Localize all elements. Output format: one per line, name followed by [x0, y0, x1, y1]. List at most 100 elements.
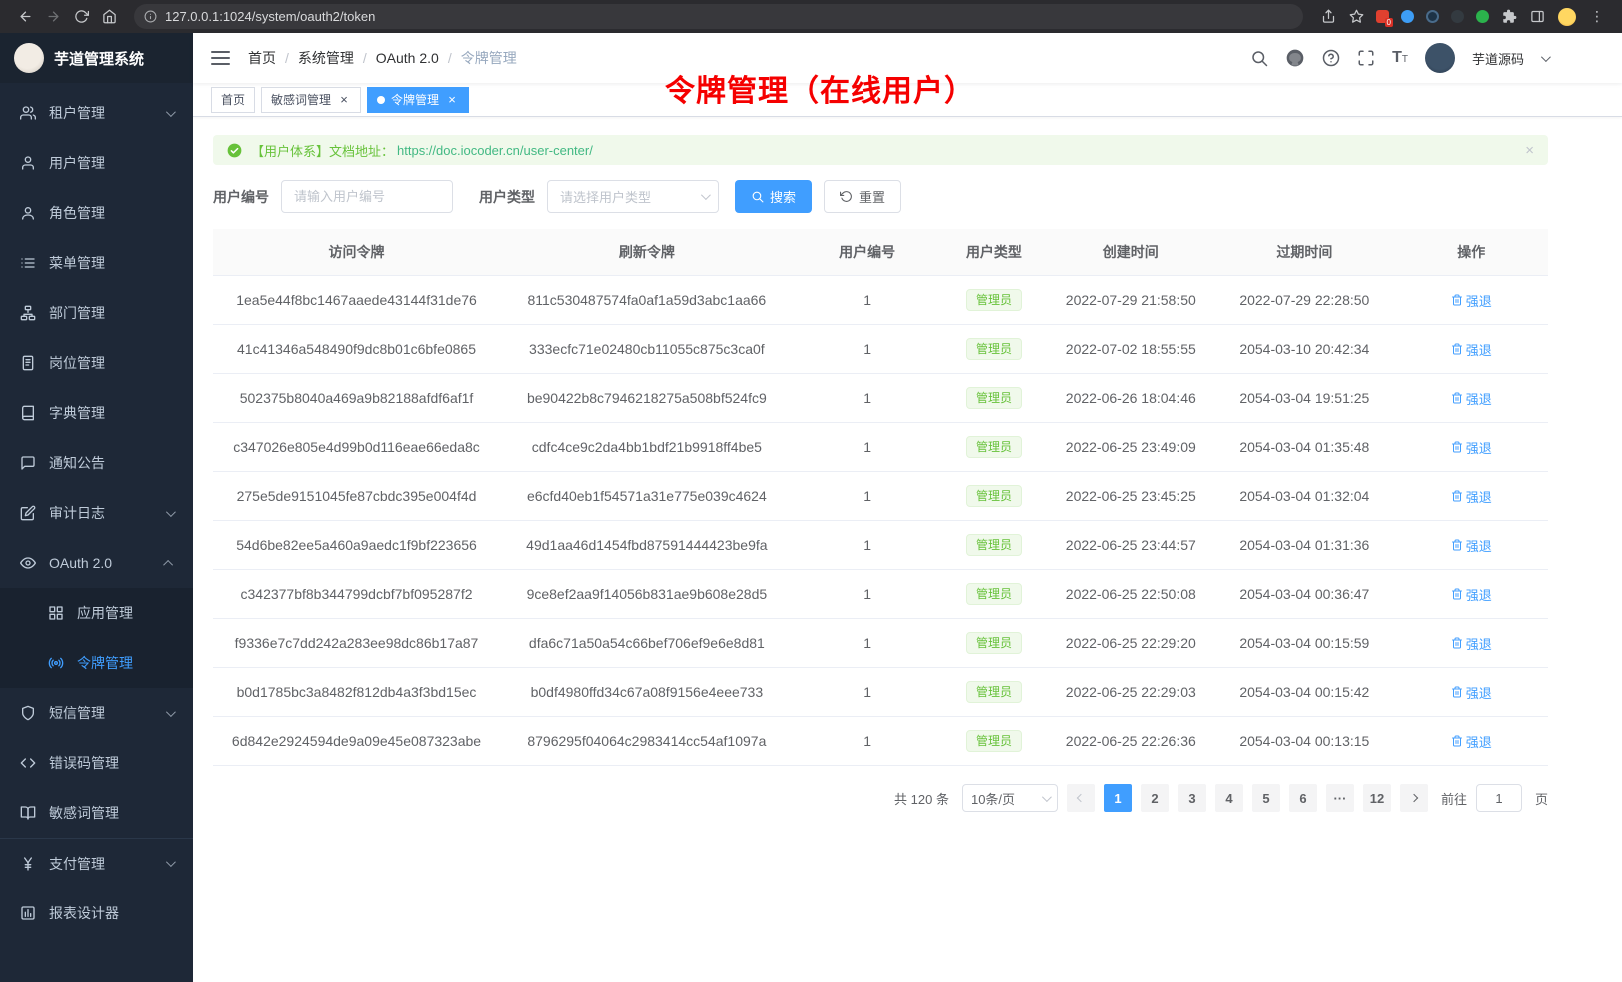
- force-logout-label: 强退: [1466, 634, 1492, 653]
- sidebar-item-sensitive-word[interactable]: 敏感词管理: [0, 788, 193, 838]
- prev-page-button[interactable]: [1067, 784, 1095, 812]
- breadcrumb-item[interactable]: 首页: [248, 48, 276, 68]
- sidebar-item-notice[interactable]: 通知公告: [0, 438, 193, 488]
- sidebar-item-sms[interactable]: 短信管理: [0, 688, 193, 738]
- user-id-cell: 1: [794, 325, 941, 374]
- sidebar-item-role[interactable]: 角色管理: [0, 188, 193, 238]
- extension-dark-icon[interactable]: [1426, 10, 1439, 23]
- fullscreen-icon[interactable]: [1357, 49, 1375, 67]
- force-logout-button[interactable]: 强退: [1451, 634, 1492, 653]
- reset-button[interactable]: 重置: [824, 180, 901, 213]
- table-row: b0d1785bc3a8482f812db4a3f3bd15ecb0df4980…: [213, 668, 1548, 717]
- force-logout-button[interactable]: 强退: [1451, 291, 1492, 310]
- force-logout-button[interactable]: 强退: [1451, 438, 1492, 457]
- tab-token[interactable]: 令牌管理×: [367, 87, 469, 113]
- sidebar-item-dept[interactable]: 部门管理: [0, 288, 193, 338]
- expire-time-cell: 2054-03-04 00:36:47: [1214, 570, 1394, 619]
- user-id-cell: 1: [794, 423, 941, 472]
- chevron-down-icon[interactable]: [1541, 52, 1551, 62]
- page-3-button[interactable]: 3: [1178, 784, 1206, 812]
- sidebar-item-post[interactable]: 岗位管理: [0, 338, 193, 388]
- help-icon[interactable]: [1322, 49, 1340, 67]
- goto-page-input[interactable]: [1476, 784, 1522, 812]
- tab-sensitive-word[interactable]: 敏感词管理×: [261, 87, 361, 113]
- sidebar-item-error-code[interactable]: 错误码管理: [0, 738, 193, 788]
- force-logout-label: 强退: [1466, 683, 1492, 702]
- breadcrumb-item[interactable]: 系统管理: [298, 48, 354, 68]
- sidebar-item-oauth2-token[interactable]: 令牌管理: [0, 638, 193, 688]
- search-button[interactable]: 搜索: [735, 180, 812, 213]
- next-page-button[interactable]: [1400, 784, 1428, 812]
- page-size-select[interactable]: 10条/页: [962, 784, 1058, 812]
- page-1-button[interactable]: 1: [1104, 784, 1132, 812]
- force-logout-button[interactable]: 强退: [1451, 536, 1492, 555]
- sidebar-item-report-designer[interactable]: 报表设计器: [0, 888, 193, 938]
- user-avatar[interactable]: [1425, 43, 1455, 73]
- user-type-cell: 管理员: [941, 668, 1048, 717]
- extension-green-icon[interactable]: [1476, 10, 1489, 23]
- page-2-button[interactable]: 2: [1141, 784, 1169, 812]
- extension-blue-icon[interactable]: [1401, 10, 1414, 23]
- home-icon[interactable]: [96, 4, 122, 30]
- browser-profile-avatar[interactable]: [1558, 8, 1576, 26]
- force-logout-button[interactable]: 强退: [1451, 340, 1492, 359]
- force-logout-button[interactable]: 强退: [1451, 487, 1492, 506]
- hamburger-icon[interactable]: [211, 51, 230, 65]
- active-tab-dot: [377, 96, 385, 104]
- tab-close-icon[interactable]: ×: [337, 93, 351, 107]
- sidebar-item-audit-log[interactable]: 审计日志: [0, 488, 193, 538]
- trash-icon: [1451, 441, 1463, 453]
- sidebar-item-menu[interactable]: 菜单管理: [0, 238, 193, 288]
- info-icon[interactable]: [144, 10, 157, 23]
- tab-close-icon[interactable]: ×: [445, 93, 459, 107]
- page-ellipsis[interactable]: ···: [1326, 784, 1354, 812]
- force-logout-button[interactable]: 强退: [1451, 585, 1492, 604]
- extension-dark2-icon[interactable]: [1451, 10, 1464, 23]
- table-row: f9336e7c7dd242a283ee98dc86b17a87dfa6c71a…: [213, 619, 1548, 668]
- force-logout-label: 强退: [1466, 585, 1492, 604]
- force-logout-button[interactable]: 强退: [1451, 683, 1492, 702]
- tab-home[interactable]: 首页: [211, 87, 255, 113]
- font-size-icon[interactable]: TT: [1392, 51, 1408, 65]
- user-type-badge: 管理员: [966, 534, 1022, 556]
- sidebar-item-label: 报表设计器: [49, 903, 119, 923]
- browser-menu-icon[interactable]: ⋮: [1584, 4, 1610, 30]
- bookmark-star-icon[interactable]: [1343, 4, 1369, 30]
- force-logout-button[interactable]: 强退: [1451, 732, 1492, 751]
- chevron-down-icon: [166, 107, 176, 117]
- page-5-button[interactable]: 5: [1252, 784, 1280, 812]
- share-icon[interactable]: [1315, 4, 1341, 30]
- user-type-badge: 管理员: [966, 289, 1022, 311]
- page-6-button[interactable]: 6: [1289, 784, 1317, 812]
- create-time-cell: 2022-06-25 23:44:57: [1047, 521, 1214, 570]
- page-12-button[interactable]: 12: [1363, 784, 1391, 812]
- expire-time-cell: 2054-03-04 00:15:59: [1214, 619, 1394, 668]
- sidebar-item-tenant[interactable]: 租户管理: [0, 88, 193, 138]
- page-4-button[interactable]: 4: [1215, 784, 1243, 812]
- back-icon[interactable]: [12, 4, 38, 30]
- sidebar-item-oauth2-app[interactable]: 应用管理: [0, 588, 193, 638]
- user-name: 芋道源码: [1472, 49, 1524, 68]
- header-search-icon[interactable]: [1250, 49, 1268, 67]
- extension-red-icon[interactable]: [1376, 10, 1389, 23]
- sidebar-item-oauth2[interactable]: OAuth 2.0: [0, 538, 193, 588]
- sidebar-item-pay[interactable]: 支付管理: [0, 838, 193, 888]
- user-id-input[interactable]: [281, 180, 453, 213]
- sidebar-item-dict[interactable]: 字典管理: [0, 388, 193, 438]
- side-panel-icon[interactable]: [1524, 4, 1550, 30]
- column-header: 创建时间: [1047, 229, 1214, 276]
- access-token-cell: 502375b8040a469a9b82188afdf6af1f: [213, 374, 500, 423]
- breadcrumb-item[interactable]: OAuth 2.0: [376, 50, 439, 66]
- sidebar-item-user[interactable]: 用户管理: [0, 138, 193, 188]
- reload-icon[interactable]: [68, 4, 94, 30]
- force-logout-button[interactable]: 强退: [1451, 389, 1492, 408]
- sidebar-menu: 租户管理用户管理角色管理菜单管理部门管理岗位管理字典管理通知公告审计日志OAut…: [0, 83, 193, 982]
- alert-close-icon[interactable]: ×: [1525, 142, 1534, 159]
- github-icon[interactable]: [1285, 48, 1305, 68]
- url-bar[interactable]: 127.0.0.1:1024/system/oauth2/token: [134, 4, 1303, 29]
- alert-doc-link[interactable]: https://doc.iocoder.cn/user-center/: [397, 143, 593, 158]
- user-type-select[interactable]: 请选择用户类型: [547, 180, 719, 213]
- extensions-puzzle-icon[interactable]: [1496, 4, 1522, 30]
- forward-icon[interactable]: [40, 4, 66, 30]
- column-header: 用户编号: [794, 229, 941, 276]
